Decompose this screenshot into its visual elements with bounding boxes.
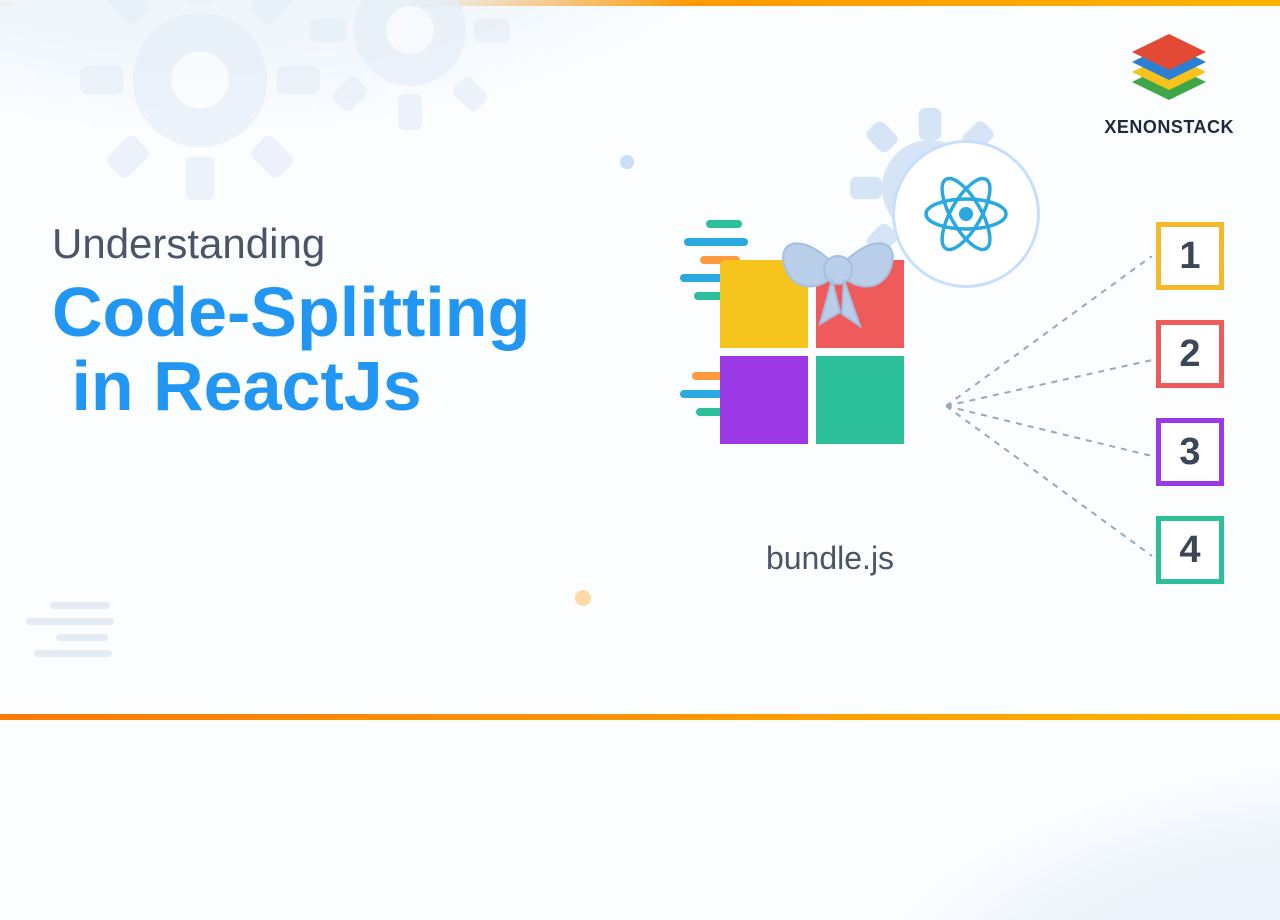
headline-line-1: Code-Splitting xyxy=(52,276,530,350)
split-connector-lines xyxy=(946,256,1166,636)
gear-icon xyxy=(310,0,510,130)
headline: Understanding Code-Splitting in ReactJs xyxy=(52,220,530,423)
bundle-square-purple xyxy=(720,356,808,444)
react-badge xyxy=(892,140,1040,288)
gear-icon xyxy=(80,0,320,200)
chunk-box-4: 4 xyxy=(1156,516,1224,584)
chunk-box-3: 3 xyxy=(1156,418,1224,486)
brand-name: XENONSTACK xyxy=(1104,117,1234,138)
bundle-label: bundle.js xyxy=(720,540,940,577)
decorative-dot xyxy=(620,155,634,169)
chunk-label: 4 xyxy=(1179,529,1200,572)
headline-pretitle: Understanding xyxy=(52,220,530,268)
bundle-square-green xyxy=(816,356,904,444)
bundle-illustration xyxy=(720,260,940,520)
chunk-box-2: 2 xyxy=(1156,320,1224,388)
code-bars-decor-faint xyxy=(26,602,114,666)
bottom-accent-bar xyxy=(0,714,1280,720)
chunk-label: 2 xyxy=(1179,333,1200,376)
chunk-label: 1 xyxy=(1179,235,1200,278)
brand-logo: XENONSTACK xyxy=(1104,34,1234,138)
react-icon xyxy=(916,164,1016,264)
ribbon-bow-icon xyxy=(768,202,908,342)
stacked-layers-icon xyxy=(1126,34,1212,106)
chunk-box-1: 1 xyxy=(1156,222,1224,290)
chunk-list: 1 2 3 4 xyxy=(1156,222,1224,584)
chunk-label: 3 xyxy=(1179,431,1200,474)
decorative-dot xyxy=(575,590,591,606)
headline-line-2: in ReactJs xyxy=(52,350,530,424)
